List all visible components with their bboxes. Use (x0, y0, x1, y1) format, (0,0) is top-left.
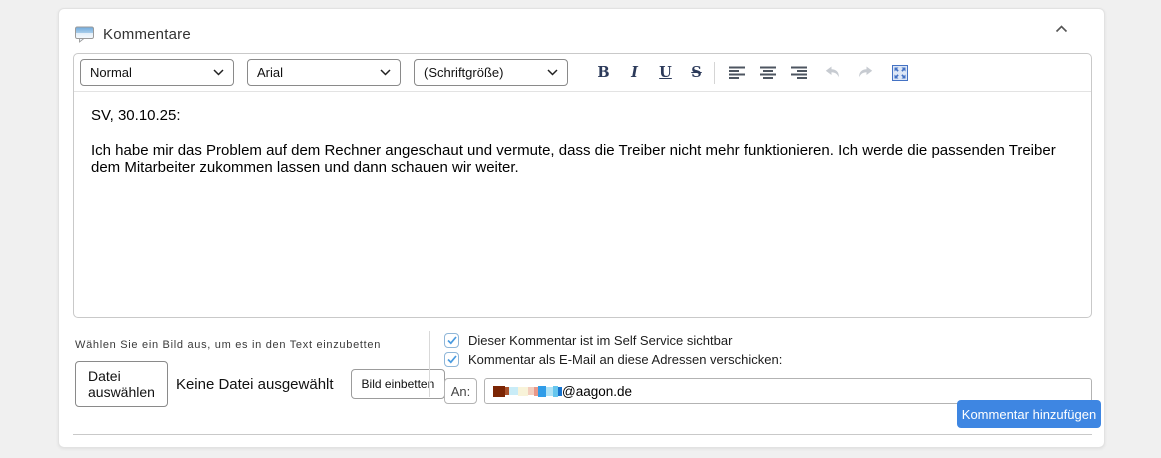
comment-body-text: Ich habe mir das Problem auf dem Rechner… (91, 141, 1056, 177)
add-comment-button[interactable]: Kommentar hinzufügen (957, 400, 1101, 428)
toolbar-divider (714, 61, 715, 84)
email-checkbox-label: Kommentar als E-Mail an diese Adressen v… (468, 352, 783, 367)
image-embed-instruction: Wählen Sie ein Bild aus, um es in den Te… (75, 339, 382, 351)
chevron-down-icon (213, 69, 224, 76)
recipient-to-label: An: (444, 378, 477, 404)
self-service-label: Dieser Kommentar ist im Self Service sic… (468, 333, 733, 348)
paragraph-style-select[interactable]: Normal (80, 59, 234, 86)
chevron-up-icon[interactable] (1055, 25, 1068, 33)
panel-header: Kommentare (75, 22, 1088, 46)
format-buttons: B I U S (588, 60, 712, 86)
chevron-down-icon (547, 69, 558, 76)
email-domain-text: @aagon.de (562, 383, 633, 399)
font-size-select[interactable]: (Schriftgröße) (414, 59, 568, 86)
chevron-down-icon (380, 69, 391, 76)
comment-options: Dieser Kommentar ist im Self Service sic… (444, 331, 1092, 404)
email-row: Kommentar als E-Mail an diese Adressen v… (444, 350, 1092, 369)
checkmark-icon (446, 336, 457, 345)
editor-content-area[interactable]: SV, 30.10.25: Ich habe mir das Problem a… (74, 92, 1091, 317)
embed-image-button[interactable]: Bild einbetten (350, 369, 446, 399)
self-service-row: Dieser Kommentar ist im Self Service sic… (444, 331, 1092, 350)
image-embed-section: Wählen Sie ein Bild aus, um es in den Te… (75, 339, 446, 407)
footer-divider (73, 434, 1092, 435)
self-service-checkbox[interactable] (444, 333, 459, 348)
panel-title: Kommentare (103, 25, 191, 43)
font-size-value: (Schriftgröße) (424, 65, 504, 80)
paragraph-style-value: Normal (90, 65, 132, 80)
bold-button[interactable]: B (588, 60, 619, 86)
font-family-value: Arial (257, 65, 284, 80)
align-center-icon[interactable] (752, 60, 783, 86)
email-checkbox[interactable] (444, 352, 459, 367)
checkmark-icon (446, 355, 457, 364)
editor-toolbar: Normal Arial (Schriftgröße) B I U S (74, 54, 1091, 92)
undo-icon[interactable] (818, 60, 849, 86)
align-right-icon[interactable] (783, 60, 814, 86)
strikethrough-button[interactable]: S (681, 60, 712, 86)
comment-bubble-icon (75, 26, 94, 43)
rich-text-editor: Normal Arial (Schriftgröße) B I U S SV, … (73, 53, 1092, 318)
comments-panel: Kommentare Normal Arial (Schriftgröße) B… (58, 8, 1105, 448)
fullscreen-icon[interactable] (884, 60, 915, 86)
page-background: Kommentare Normal Arial (Schriftgröße) B… (0, 0, 1161, 458)
redacted-email-blocks (493, 385, 562, 397)
italic-button[interactable]: I (619, 60, 650, 86)
font-family-select[interactable]: Arial (247, 59, 401, 86)
choose-file-button[interactable]: Datei auswählen (75, 361, 168, 407)
redo-icon[interactable] (849, 60, 880, 86)
align-left-icon[interactable] (721, 60, 752, 86)
comment-date-line: SV, 30.10.25: (91, 107, 181, 124)
underline-button[interactable]: U (650, 60, 681, 86)
no-file-selected-text: Keine Datei ausgewählt (175, 375, 334, 393)
vertical-divider (429, 331, 430, 397)
